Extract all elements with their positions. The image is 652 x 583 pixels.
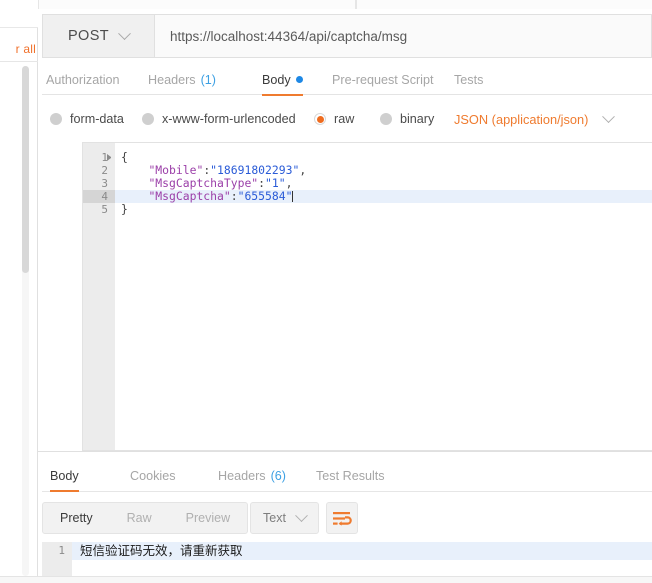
tab-label: Body [50, 469, 79, 483]
fold-arrow-icon[interactable] [107, 154, 114, 161]
method-dropdown[interactable]: POST [42, 14, 154, 58]
response-tab-headers[interactable]: Headers (6) [218, 460, 286, 491]
response-pane: Body Cookies Headers (6) Test Results Pretty… [38, 451, 652, 583]
tab-count: (6) [271, 469, 286, 483]
response-tab-cookies[interactable]: Cookies [130, 460, 176, 491]
editor-line[interactable]: "MsgCaptcha":"655584" [115, 190, 652, 203]
editor-gutter: 12345 [83, 143, 115, 450]
request-tabs: Authorization Headers (1) Body Pre-request S… [42, 64, 652, 95]
active-tab-underline [262, 94, 303, 97]
body-type-form-data[interactable]: form-data [50, 104, 124, 134]
editor-line-number: 1 [82, 151, 108, 164]
text-cursor [292, 191, 293, 202]
response-format-label: Text [263, 511, 286, 525]
response-view-mode-group: PrettyRawPreview [42, 502, 248, 534]
request-body-editor[interactable]: 12345 { "Mobile":"18691802293", "MsgCapt… [82, 142, 652, 451]
chevron-down-icon [603, 110, 616, 123]
status-bar [0, 576, 652, 583]
radio-icon[interactable] [380, 113, 392, 125]
editor-line-number: 4 [83, 190, 115, 203]
url-text: https://localhost:44364/api/captcha/msg [170, 29, 407, 44]
request-tab-headers[interactable]: Headers (1) [148, 64, 216, 95]
json-comma: , [286, 176, 293, 190]
editor-line[interactable]: } [115, 203, 652, 216]
json-value: "18691802293" [210, 163, 299, 177]
request-tab-tests[interactable]: Tests [454, 64, 483, 95]
active-tab-underline [50, 490, 79, 493]
response-toolbar: PrettyRawPreview Text [42, 502, 652, 534]
body-type-raw[interactable]: raw [314, 104, 354, 134]
view-mode-pretty[interactable]: Pretty [43, 503, 110, 533]
radio-icon[interactable] [314, 113, 326, 125]
json-brace: } [121, 202, 128, 216]
body-type-label: raw [334, 112, 354, 126]
sidebar-top-card [0, 0, 38, 28]
word-wrap-icon[interactable] [326, 502, 358, 534]
body-type-binary[interactable]: binary [380, 104, 434, 134]
tab-label: Cookies [130, 469, 176, 483]
editor-code[interactable]: { "Mobile":"18691802293", "MsgCaptchaTyp… [115, 143, 652, 450]
sidebar-divider [0, 61, 38, 62]
chevron-down-icon [295, 509, 308, 522]
indent [121, 176, 148, 190]
sidebar-scrollbar-thumb[interactable] [22, 66, 29, 273]
request-pane: POST https://localhost:44364/api/captcha… [38, 9, 652, 451]
response-tab-body[interactable]: Body [50, 460, 79, 491]
response-format-dropdown[interactable]: Text [250, 502, 319, 534]
postman-window: r all POST https://localhost:44364/api/c… [0, 0, 652, 583]
request-tab-body[interactable]: Body [262, 64, 303, 95]
indent [121, 189, 148, 203]
url-input[interactable]: https://localhost:44364/api/captcha/msg [154, 14, 652, 58]
request-tab-pre-request-script[interactable]: Pre-request Script [332, 64, 434, 95]
request-tab-bar[interactable] [38, 0, 652, 9]
response-tabs: Body Cookies Headers (6) Test Results [42, 460, 652, 492]
open-tab-1[interactable] [38, 0, 356, 9]
radio-icon[interactable] [142, 113, 154, 125]
json-key: "MsgCaptchaType" [148, 176, 258, 190]
json-colon: : [231, 189, 238, 203]
body-type-label: x-www-form-urlencoded [162, 112, 296, 126]
indent [121, 163, 148, 177]
open-tab-2[interactable] [356, 0, 652, 9]
tab-label: Body [262, 73, 291, 87]
tab-label: Tests [454, 73, 483, 87]
sidebar-strip: r all [0, 0, 38, 583]
json-key: "MsgCaptcha" [148, 189, 230, 203]
content-type-dropdown[interactable]: JSON (application/json) [454, 104, 613, 134]
method-label: POST [68, 28, 109, 44]
request-tab-authorization[interactable]: Authorization [46, 64, 120, 95]
radio-icon[interactable] [50, 113, 62, 125]
response-line-number: 1 [42, 542, 72, 560]
url-row: POST https://localhost:44364/api/captcha… [42, 14, 652, 58]
editor-line-number: 3 [82, 177, 108, 190]
tab-label: Headers [148, 73, 196, 87]
view-mode-preview[interactable]: Preview [169, 503, 247, 533]
body-type-label: form-data [70, 112, 124, 126]
tab-label: Test Results [316, 469, 385, 483]
content-type-label: JSON (application/json) [454, 112, 588, 127]
json-colon: : [258, 176, 265, 190]
response-body-text: 短信验证码无效，请重新获取 [72, 542, 652, 560]
json-key: "Mobile" [148, 163, 203, 177]
editor-line-number: 2 [82, 164, 108, 177]
body-type-radios: form-data x-www-form-urlencoded raw binary J… [42, 104, 652, 134]
editor-line-number: 5 [82, 203, 108, 216]
tab-count: (1) [201, 73, 216, 87]
tab-label: Authorization [46, 73, 120, 87]
tab-label: Pre-request Script [332, 73, 434, 87]
json-comma: , [299, 163, 306, 177]
chevron-down-icon [118, 27, 131, 40]
unsaved-dot-icon [296, 76, 303, 83]
json-brace: { [121, 150, 128, 164]
clear-all-link[interactable]: r all [0, 42, 38, 56]
view-mode-raw[interactable]: Raw [110, 503, 169, 533]
json-value: "655584" [238, 189, 293, 203]
body-type-label: binary [400, 112, 434, 126]
response-tab-test-results[interactable]: Test Results [316, 460, 385, 491]
tab-label: Headers [218, 469, 266, 483]
body-type-x-www-form-urlencoded[interactable]: x-www-form-urlencoded [142, 104, 296, 134]
json-value: "1" [265, 176, 286, 190]
